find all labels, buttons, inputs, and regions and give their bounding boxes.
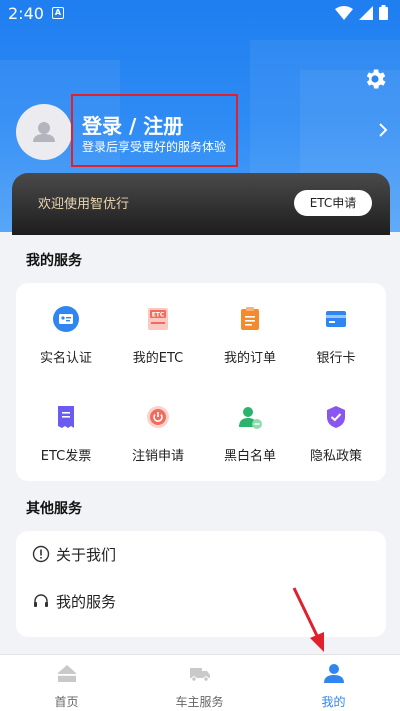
etc-apply-button[interactable]: ETC申请: [294, 190, 372, 216]
service-bank-card[interactable]: 银行卡: [290, 305, 382, 366]
tab-home[interactable]: 首页: [0, 655, 133, 711]
service-label: 银行卡: [316, 351, 356, 366]
about-us-label: 关于我们: [56, 545, 117, 564]
status-bar: 2:40 A: [0, 0, 400, 28]
login-subtitle: 登录后享受更好的服务体验: [82, 140, 227, 154]
shield-check-icon: [327, 406, 345, 428]
signal-icon: [359, 5, 373, 20]
settings-gear-icon[interactable]: [362, 66, 388, 92]
service-black-white-list[interactable]: 黑白名单: [204, 403, 296, 464]
service-label: 注销申请: [131, 449, 184, 464]
my-service-label: 我的服务: [56, 592, 117, 611]
service-label: 我的ETC: [132, 351, 184, 366]
avatar[interactable]: [16, 104, 72, 160]
user-list-icon: [239, 407, 262, 429]
service-etc-invoice[interactable]: ETC发票: [20, 403, 112, 464]
service-my-etc[interactable]: ETC 我的ETC: [112, 305, 204, 366]
info-icon: [32, 545, 50, 563]
wifi-icon: [335, 5, 353, 20]
chevron-right-icon[interactable]: [377, 122, 389, 138]
headset-icon: [34, 594, 48, 607]
bank-card-icon: [326, 311, 346, 327]
welcome-text: 欢迎使用智优行: [38, 197, 130, 212]
tab-label: 车主服务: [175, 695, 224, 709]
about-us-item[interactable]: 关于我们: [32, 542, 116, 566]
svg-text:ETC: ETC: [152, 311, 165, 318]
battery-icon: [379, 5, 388, 20]
service-label: ETC发票: [40, 449, 92, 464]
my-service-item[interactable]: 我的服务: [32, 589, 116, 613]
service-label: 隐私政策: [309, 449, 362, 464]
service-label: 实名认证: [39, 351, 92, 366]
notification-icon: A: [52, 7, 64, 19]
welcome-banner: 欢迎使用智优行 ETC申请: [12, 173, 390, 235]
my-services-card: 实名认证 ETC 我的ETC 我的订单 银行卡 ETC发票 注销申请 黑白名单 …: [16, 283, 386, 481]
order-icon: [241, 307, 259, 330]
home-icon: [57, 665, 76, 682]
tab-mine[interactable]: 我的: [267, 655, 400, 711]
service-label: 黑白名单: [223, 449, 276, 464]
tab-owner-services[interactable]: 车主服务: [133, 655, 266, 711]
user-avatar-icon: [33, 122, 55, 142]
service-privacy-policy[interactable]: 隐私政策: [290, 403, 382, 464]
other-services-card: 关于我们 我的服务: [16, 531, 386, 637]
bottom-tab-bar: 首页 车主服务 我的: [0, 654, 400, 711]
etc-card-icon: ETC: [148, 308, 168, 330]
invoice-icon: [58, 406, 74, 428]
my-services-title: 我的服务: [26, 253, 82, 269]
service-cancel-application[interactable]: 注销申请: [112, 403, 204, 464]
annotation-arrow: [292, 587, 324, 652]
tab-label: 首页: [54, 695, 79, 709]
power-icon: [147, 406, 169, 428]
status-time: 2:40: [8, 4, 44, 23]
other-services-title: 其他服务: [26, 501, 82, 517]
tab-label: 我的: [321, 695, 346, 709]
login-register-link[interactable]: 登录 / 注册: [82, 110, 183, 139]
service-label: 我的订单: [223, 351, 276, 366]
service-real-name-auth[interactable]: 实名认证: [20, 305, 112, 366]
id-card-icon: [53, 306, 79, 332]
service-my-orders[interactable]: 我的订单: [204, 305, 296, 366]
user-icon: [323, 664, 344, 683]
truck-icon: [189, 668, 210, 682]
